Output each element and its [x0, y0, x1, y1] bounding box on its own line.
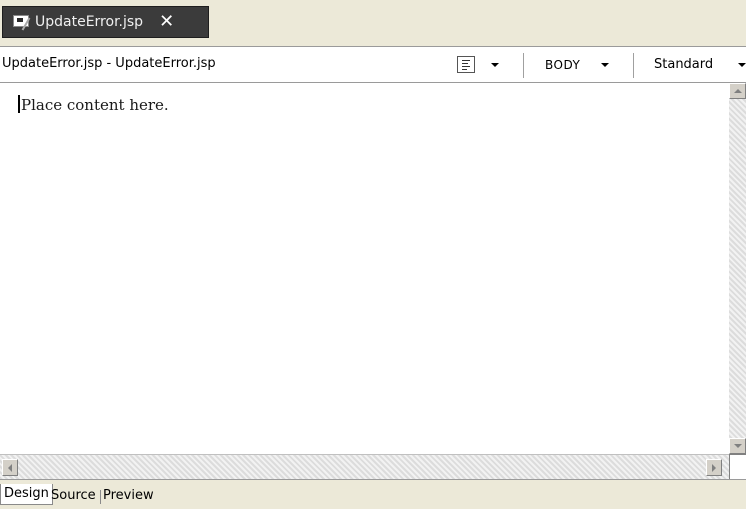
toolbar-separator: [523, 53, 524, 78]
scroll-left-button[interactable]: [2, 459, 18, 476]
arrow-left-icon: [8, 464, 12, 472]
jsp-file-icon: [13, 15, 31, 31]
chevron-down-icon[interactable]: [601, 63, 609, 67]
tab-preview[interactable]: Preview: [100, 486, 157, 506]
editor-tab-title: UpdateError.jsp: [35, 14, 144, 30]
document-view-icon[interactable]: [457, 56, 475, 73]
scroll-down-button[interactable]: [729, 438, 746, 454]
toolbar-separator: [633, 53, 634, 78]
design-canvas[interactable]: Place content here.: [0, 83, 729, 454]
page-tabs: Design Source Preview: [0, 479, 746, 509]
placeholder-text[interactable]: Place content here.: [21, 96, 169, 114]
chevron-down-icon[interactable]: [738, 63, 746, 67]
chevron-down-icon[interactable]: [491, 63, 499, 67]
horizontal-scrollbar[interactable]: [0, 454, 729, 479]
tab-design[interactable]: Design: [0, 484, 53, 505]
scroll-up-button[interactable]: [729, 83, 746, 99]
tag-selector[interactable]: BODY: [545, 58, 580, 72]
file-path-label: UpdateError.jsp - UpdateError.jsp: [2, 56, 216, 71]
vertical-scrollbar[interactable]: [729, 83, 746, 454]
arrow-right-icon: [712, 464, 716, 472]
arrow-up-icon: [734, 89, 742, 93]
text-caret: [18, 95, 20, 113]
breadcrumb-bar: UpdateError.jsp - UpdateError.jsp BODY S…: [0, 46, 746, 83]
close-icon[interactable]: ✕: [159, 13, 174, 31]
style-selector[interactable]: Standard: [654, 57, 713, 72]
scrollbar-corner: [729, 454, 746, 479]
scroll-right-button[interactable]: [706, 459, 722, 476]
editor-tab-strip: UpdateError.jsp ✕: [0, 0, 746, 46]
arrow-down-icon: [734, 444, 742, 448]
editor-tab-updateerror[interactable]: UpdateError.jsp ✕: [2, 6, 209, 38]
tab-source[interactable]: Source: [48, 486, 99, 506]
